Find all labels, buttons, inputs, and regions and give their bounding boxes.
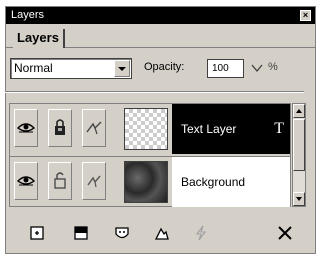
new-adjustment-layer-icon[interactable]	[70, 222, 92, 244]
link-brush-icon[interactable]	[82, 109, 106, 147]
divider	[5, 91, 304, 93]
layer-row-text[interactable]: Text Layer T	[10, 104, 290, 154]
layer-style-icon[interactable]	[151, 222, 173, 244]
blend-mode-value: Normal	[14, 61, 53, 75]
scroll-up-icon[interactable]	[293, 104, 305, 118]
close-icon[interactable]: ×	[300, 10, 311, 21]
layer-name-background[interactable]: Background	[172, 157, 290, 207]
chevron-down-icon[interactable]	[114, 60, 130, 77]
effects-icon[interactable]	[190, 222, 212, 244]
layer-label: Text Layer	[181, 122, 237, 136]
layers-toolbar	[12, 222, 302, 246]
delete-icon[interactable]	[274, 222, 296, 244]
layer-thumbnail-background[interactable]	[124, 161, 168, 203]
layer-list: Text Layer T Background	[9, 103, 291, 207]
visibility-eye-icon[interactable]	[14, 162, 38, 200]
panel-title: Layers	[11, 9, 45, 21]
title-bar[interactable]: Layers ×	[6, 7, 315, 24]
tab-layers[interactable]: Layers	[13, 29, 65, 48]
opacity-label: Opacity:	[144, 61, 185, 73]
tab-strip: Layers	[6, 24, 315, 48]
layer-row-background[interactable]: Background	[10, 156, 290, 207]
text-layer-icon: T	[274, 120, 284, 137]
scroll-thumb[interactable]	[293, 119, 305, 171]
layer-list-scrollbar[interactable]	[292, 103, 306, 207]
mask-icon[interactable]	[111, 222, 133, 244]
opacity-input[interactable]: 100	[207, 59, 244, 78]
scroll-down-icon[interactable]	[293, 192, 305, 206]
lock-icon[interactable]	[48, 109, 72, 147]
opacity-slider-icon[interactable]	[251, 62, 263, 74]
layer-thumbnail-text[interactable]	[124, 108, 168, 150]
link-brush-icon[interactable]	[82, 162, 106, 200]
layer-label: Background	[181, 175, 246, 189]
new-layer-icon[interactable]	[26, 222, 48, 244]
blend-mode-select[interactable]: Normal	[10, 58, 132, 79]
layer-name-text[interactable]: Text Layer T	[172, 104, 290, 154]
percent-label: %	[268, 61, 278, 73]
lock-icon[interactable]	[48, 162, 72, 200]
visibility-eye-icon[interactable]	[14, 109, 38, 147]
